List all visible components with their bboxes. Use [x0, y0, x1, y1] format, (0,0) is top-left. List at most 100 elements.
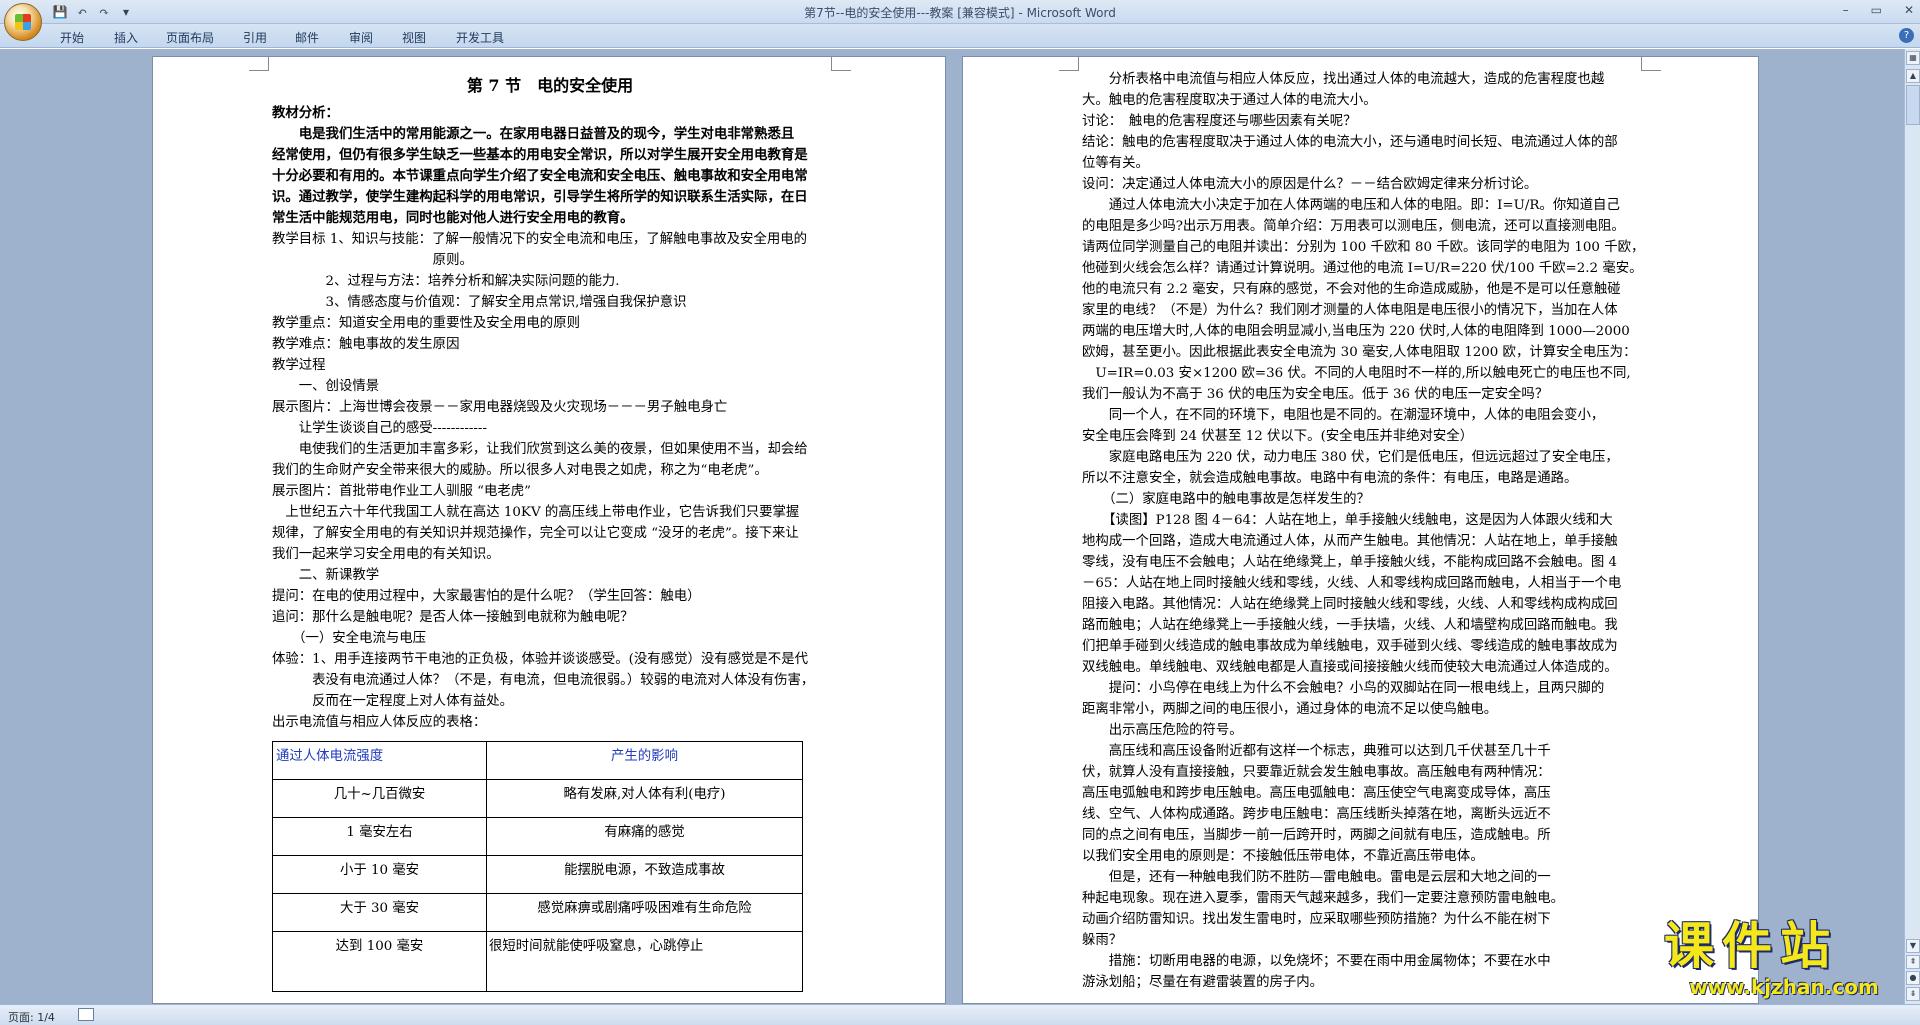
document-page-1[interactable]: 第 7 节 电的安全使用 教材分析： 电是我们生活中的常用能源之一。在家用电器日… — [152, 56, 946, 1004]
paragraph-line: 让学生谈谈自己的感受------------ — [272, 421, 487, 436]
window-controls: – ▭ ✕ — [1843, 3, 1914, 17]
paragraph-line: 高压线和高压设备附近都有这样一个标志，典雅可以达到几千伏甚至几十千 — [1082, 744, 1551, 759]
crop-mark — [831, 57, 851, 71]
table-cell: 达到 100 毫安 — [272, 931, 487, 992]
paragraph-line: 种起电现象。现在进入夏季，雷雨天气越来越多，我们一定要注意预防雷电触电。 — [1082, 891, 1565, 906]
paragraph-line: 结论：触电的危害程度取决于通过人体的电流大小，还与通电时间长短、电流通过人体的部 — [1082, 135, 1618, 150]
paragraph-line: 阻接入电路。其他情况：人站在绝缘凳上同时接触火线和零线，火线、人和零线构成构成回 — [1082, 597, 1618, 612]
paragraph-line: 十分必要和有用的。本节课重点向学生介绍了安全电流和安全电压、触电事故和安全用电常 — [272, 168, 808, 184]
paragraph-line: 所以不注意安全，就会造成触电事故。电路中有电流的条件：有电压，电路是通路。 — [1082, 471, 1578, 486]
table-header-row: 通过人体电流强度 产生的影响 — [272, 741, 803, 780]
paragraph-line: 一、创设情景 — [272, 379, 380, 394]
paragraph-line: 请两位同学测量自己的电阻并读出：分别为 100 千欧和 80 千欧。该同学的电阻… — [1082, 240, 1645, 255]
paragraph-line: 伏，就算人没有直接接触，只要靠近就会发生触电事故。高压触电有两种情况： — [1082, 765, 1551, 780]
tab-review[interactable]: 审阅 — [349, 29, 373, 46]
paragraph-line: 路而触电；人站在绝缘凳上一手接触火线，一手扶墙，火线、人和墙壁构成回路而触电。我 — [1082, 618, 1618, 633]
table-row: 小于 10 毫安 能摆脱电源，不致造成事故 — [272, 855, 803, 894]
paragraph-line: 追问：那什么是触电呢？是否人体一接触到电就称为触电呢？ — [272, 610, 634, 625]
paragraph-line: 教学目标 1、知识与技能：了解一般情况下的安全电流和电压，了解触电事故及安全用电… — [272, 232, 808, 247]
paragraph-line: 体验：1、用手连接两节干电池的正负极，体验并谈谈感受。(没有感觉）没有感觉是不是… — [272, 652, 808, 667]
table-row: 达到 100 毫安 很短时间就能使呼吸窒息，心跳停止 — [272, 931, 803, 992]
paragraph-line: 展示图片：首批带电作业工人驯服 “电老虎” — [272, 484, 531, 499]
table-cell: 大于 30 毫安 — [272, 893, 487, 932]
table-cell: 略有发麻,对人体有利(电疗) — [486, 779, 803, 818]
paragraph-line: 出示高压危险的符号。 — [1082, 723, 1243, 738]
scroll-thumb[interactable] — [1906, 85, 1920, 125]
paragraph-line: 教学难点：触电事故的发生原因 — [272, 337, 460, 352]
paragraph-line: 原则。 — [272, 253, 473, 268]
paragraph-line: 家里的电线？（不是）为什么？我们刚才测量的人体电阻是电压很小的情况下，当加在人体 — [1082, 303, 1618, 318]
office-button[interactable] — [4, 3, 42, 41]
paragraph-line: 教学过程 — [272, 358, 326, 373]
paragraph-line: 电使我们的生活更加丰富多彩，让我们欣赏到这么美的夜景，但如果使用不当，却会给 — [272, 442, 808, 457]
paragraph-line: 讨论： 触电的危害程度还与哪些因素有关呢？ — [1082, 114, 1357, 129]
ruler-toggle-icon[interactable]: ▦ — [1906, 51, 1920, 65]
table-cell: 能摆脱电源，不致造成事故 — [486, 855, 803, 894]
scroll-down-icon[interactable]: ▼ — [1906, 939, 1920, 953]
proofing-status-icon[interactable] — [78, 1008, 94, 1021]
status-bar: 页面: 1/4 — [0, 1004, 1920, 1025]
page-count[interactable]: 页面: 1/4 — [8, 1009, 55, 1025]
paragraph-line: 提问：在电的使用过程中，大家最害怕的是什么呢？（学生回答：触电） — [272, 589, 701, 604]
paragraph-line: （二）家庭电路中的触电事故是怎样发生的？ — [1082, 492, 1370, 507]
paragraph-line: 反而在一定程度上对人体有益处。 — [272, 694, 514, 709]
document-page-2[interactable]: 分析表格中电流值与相应人体反应，找出通过人体的电流越大，造成的危害程度也越 大。… — [962, 56, 1759, 1004]
paragraph-line: 以我们安全用电的原则是：不接触低压带电体，不靠近高压带电体。 — [1082, 849, 1484, 864]
watermark-brand: 课件站 — [1664, 917, 1838, 975]
paragraph-line: 我们一起来学习安全用电的有关知识。 — [272, 547, 500, 562]
paragraph-line: 我们一般认为不高于 36 伏的电压为安全电压。低于 36 伏的电压一定安全吗？ — [1082, 387, 1549, 402]
previous-page-icon[interactable]: ⇞ — [1906, 955, 1920, 969]
table-row: 1 毫安左右 有麻痛的感觉 — [272, 817, 803, 856]
tab-page-layout[interactable]: 页面布局 — [166, 29, 214, 46]
paragraph-line: 2、过程与方法：培养分析和解决实际问题的能力. — [272, 274, 620, 289]
next-page-icon[interactable]: ⇟ — [1906, 987, 1920, 1001]
paragraph-line: 双线触电。单线触电、双线触电都是人直接或间接接触火线而使较大电流通过人体造成的。 — [1082, 660, 1618, 675]
tab-insert[interactable]: 插入 — [114, 29, 138, 46]
table-cell: 1 毫安左右 — [272, 817, 487, 856]
paragraph-line: 分析表格中电流值与相应人体反应，找出通过人体的电流越大，造成的危害程度也越 — [1082, 72, 1605, 87]
minimize-button[interactable]: – — [1843, 3, 1849, 17]
paragraph-line: U=IR=0.03 安×1200 欧=36 伏。不同的人电阻时不一样的,所以触电… — [1082, 366, 1631, 381]
paragraph-line: 提问：小鸟停在电线上为什么不会触电？小鸟的双脚站在同一根电线上，且两只脚的 — [1082, 681, 1605, 696]
tab-view[interactable]: 视图 — [402, 29, 426, 46]
table-cell: 几十~几百微安 — [272, 779, 487, 818]
maximize-button[interactable]: ▭ — [1871, 3, 1882, 17]
crop-mark — [1641, 57, 1661, 71]
paragraph-line: 同的点之间有电压，当脚步一前一后跨开时，两脚之间就有电压，造成触电。所 — [1082, 828, 1551, 843]
paragraph-line: 教学重点：知道安全用电的重要性及安全用电的原则 — [272, 316, 580, 331]
help-icon[interactable]: ? — [1899, 28, 1914, 43]
paragraph-line: 欧姆，甚至更小。因此根据此表安全电流为 30 毫安,人体电阻取 1200 欧，计… — [1082, 345, 1637, 360]
paragraph-line: 常生活中能规范用电，同时也能对他人进行安全用电的教育。 — [272, 210, 634, 226]
paragraph-line: 规律，了解安全用电的有关知识并规范操作，完全可以让它变成 “没牙的老虎”。接下来… — [272, 526, 799, 541]
paragraph-line: 展示图片：上海世博会夜景－－家用电器烧毁及火灾现场－－－男子触电身亡 — [272, 400, 728, 415]
paragraph-line: 动画介绍防雷知识。找出发生雷电时，应采取哪些预防措施？为什么不能在树下 — [1082, 912, 1551, 927]
paragraph-line: 同一个人，在不同的环境下，电阻也是不同的。在潮湿环境中，人体的电阻会变小， — [1082, 408, 1605, 423]
table-header-cell: 通过人体电流强度 — [272, 741, 487, 780]
paragraph-line: 二、新课教学 — [272, 568, 380, 583]
scroll-up-icon[interactable]: ▲ — [1906, 69, 1920, 83]
paragraph-line: 3、情感态度与价值观：了解安全用点常识,增强自我保护意识 — [272, 295, 687, 310]
current-effect-table: 通过人体电流强度 产生的影响 几十~几百微安 略有发麻,对人体有利(电疗) 1 … — [272, 741, 803, 992]
table-cell: 小于 10 毫安 — [272, 855, 487, 894]
paragraph-line: 两端的电压增大时,人体的电阻会明显减小,当电压为 220 伏时,人体的电阻降到 … — [1082, 324, 1630, 339]
crop-mark — [1059, 57, 1079, 71]
vertical-scrollbar[interactable]: ▦ ▲ ▼ ⇞ ● ⇟ — [1904, 49, 1920, 1004]
paragraph-line: 地构成一个回路，造成大电流通过人体，从而产生触电。其他情况：人站在地上，单手接触 — [1082, 534, 1618, 549]
crop-mark — [249, 57, 269, 71]
tab-references[interactable]: 引用 — [243, 29, 267, 46]
tab-developer[interactable]: 开发工具 — [456, 29, 504, 46]
document-title: 第 7 节 电的安全使用 — [466, 76, 634, 95]
ribbon-tabs: 开始 插入 页面布局 引用 邮件 审阅 视图 开发工具 ? — [0, 24, 1920, 48]
tab-home[interactable]: 开始 — [60, 29, 84, 46]
tab-mailings[interactable]: 邮件 — [295, 29, 319, 46]
table-row: 几十~几百微安 略有发麻,对人体有利(电疗) — [272, 779, 803, 818]
paragraph-line: 家庭电路电压为 220 伏，动力电压 380 伏，它们是低电压，但远远超过了安全… — [1082, 450, 1619, 465]
select-browse-object-icon[interactable]: ● — [1906, 971, 1920, 985]
paragraph-line: 安全电压会降到 24 伏甚至 12 伏以下。(安全电压并非绝对安全） — [1082, 429, 1474, 444]
paragraph-line: 他碰到火线会怎么样？请通过计算说明。通过他的电流 I=U/R=220 伏/100… — [1082, 261, 1643, 276]
watermark-logo: 课件站 www.kjzhan.com — [1664, 918, 1904, 1004]
close-button[interactable]: ✕ — [1904, 3, 1914, 17]
title-bar: 💾 ↶ ↷ ▾ 第7节--电的安全使用---教案 [兼容模式] - Micros… — [0, 0, 1920, 24]
paragraph-line: 的电阻是多少吗?出示万用表。简单介绍：万用表可以测电压，侧电流，还可以直接测电阻… — [1082, 219, 1625, 234]
paragraph-line: 表没有电流通过人体？（不是，有电流，但电流很弱。）较弱的电流对人体没有伤害， — [272, 673, 815, 688]
